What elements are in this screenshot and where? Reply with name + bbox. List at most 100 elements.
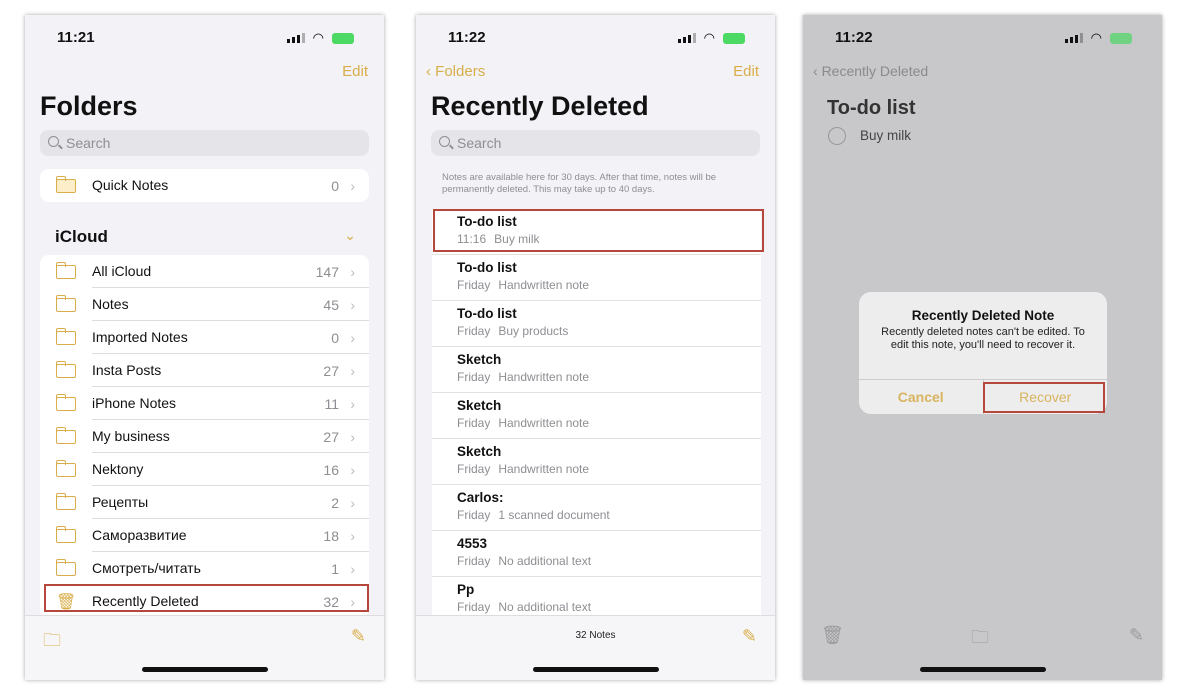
note-date: Friday [457, 324, 491, 338]
note-title: 4553 [457, 536, 488, 551]
status-time: 11:22 [448, 29, 486, 46]
folder-label: Imported Notes [92, 321, 369, 354]
folder-count: 2 [331, 494, 339, 511]
home-indicator [920, 667, 1046, 672]
compose-icon[interactable]: ✎ [1129, 625, 1144, 646]
folder-item[interactable]: Nektony 16 › [40, 453, 369, 486]
folder-count: 11 [324, 395, 339, 412]
home-indicator [142, 667, 268, 672]
note-date: Friday [457, 278, 491, 292]
note-item[interactable]: To-do list Friday Buy products [432, 301, 761, 347]
note-title: To-do list [827, 97, 916, 119]
signal-icon [677, 33, 696, 43]
note-date: Friday [457, 416, 491, 430]
folder-item[interactable]: All iCloud 147 › [40, 255, 369, 288]
note-preview: No additional text [498, 554, 592, 568]
folder-icon [55, 261, 76, 279]
back-button[interactable]: ‹ Folders [426, 63, 485, 80]
checkbox-circle[interactable] [828, 127, 846, 145]
section-icloud[interactable]: iCloud [55, 227, 108, 247]
note-item[interactable]: 4553 Friday No additional text [432, 531, 761, 577]
quick-notes-card: Quick Notes 0 › [40, 169, 369, 202]
compose-icon[interactable]: ✎ [742, 626, 757, 647]
search-icon [439, 136, 450, 147]
note-title: Sketch [457, 398, 502, 413]
chevron-right-icon: › [350, 461, 355, 478]
edit-button[interactable]: Edit [733, 63, 759, 80]
wifi-icon: ◠ [1090, 30, 1102, 45]
chevron-left-icon: ‹ [813, 63, 822, 79]
chevron-left-icon: ‹ [426, 63, 436, 80]
folder-icon [55, 294, 76, 312]
folder-count: 0 [331, 329, 339, 346]
note-item[interactable]: To-do list Friday Handwritten note [432, 255, 761, 301]
note-preview: Handwritten note [498, 416, 590, 430]
chevron-right-icon: › [350, 527, 355, 544]
chevron-right-icon: › [350, 177, 355, 194]
note-title: To-do list [457, 260, 517, 275]
folder-icon[interactable]: 🗀 [971, 625, 989, 655]
folder-count: 18 [323, 527, 339, 544]
note-title: Pp [457, 582, 475, 597]
highlight-box [44, 584, 369, 612]
folder-icon [55, 426, 76, 444]
status-time: 11:21 [57, 29, 95, 46]
folder-item[interactable]: Imported Notes 0 › [40, 321, 369, 354]
folder-item[interactable]: Рецепты 2 › [40, 486, 369, 519]
folder-icon [55, 360, 76, 378]
note-title: Sketch [457, 444, 502, 459]
note-item[interactable]: Sketch Friday Handwritten note [432, 347, 761, 393]
search-placeholder: Search [66, 135, 111, 151]
note-item[interactable]: Sketch Friday Handwritten note [432, 393, 761, 439]
page-title: Folders [40, 91, 138, 121]
search-input[interactable]: Search [431, 130, 760, 156]
note-title: Sketch [457, 352, 502, 367]
folder-item[interactable]: Саморазвитие 18 › [40, 519, 369, 552]
folder-count: 45 [323, 296, 339, 313]
folder-item[interactable]: Смотреть/читать 1 › [40, 552, 369, 585]
bottom-toolbar: 🗀 ✎ [25, 615, 384, 680]
cancel-button[interactable]: Cancel [859, 380, 984, 414]
chevron-right-icon: › [350, 329, 355, 346]
folder-icon [55, 558, 76, 576]
highlight-box [983, 382, 1105, 413]
folder-label: Смотреть/читать [92, 552, 369, 585]
search-icon [48, 136, 59, 147]
folder-icon [55, 393, 76, 411]
folder-label: Quick Notes [92, 177, 169, 193]
note-date: Friday [457, 554, 491, 568]
note-preview: Buy products [498, 324, 569, 338]
folder-count: 27 [323, 362, 339, 379]
folder-list: All iCloud 147 › Notes 45 › Imported Notes 0 › In… [40, 255, 369, 618]
back-button[interactable]: ‹ Recently Deleted [813, 63, 928, 79]
note-list: To-do list 11:16 Buy milk To-do list Friday H… [432, 209, 761, 623]
new-folder-icon[interactable]: 🗀 [43, 628, 61, 658]
note-preview: No additional text [498, 600, 592, 614]
quick-notes-icon [55, 175, 76, 193]
folder-quick-notes[interactable]: Quick Notes 0 › [40, 169, 369, 202]
folder-item[interactable]: My business 27 › [40, 420, 369, 453]
note-title: To-do list [457, 306, 517, 321]
notes-count: 32 Notes [575, 630, 616, 641]
chevron-right-icon: › [350, 560, 355, 577]
edit-button[interactable]: Edit [342, 63, 368, 80]
note-item[interactable]: Carlos: Friday 1 scanned document [432, 485, 761, 531]
folder-count: 0 [331, 177, 339, 194]
chevron-right-icon: › [350, 362, 355, 379]
status-time: 11:22 [835, 29, 873, 46]
search-input[interactable]: Search [40, 130, 369, 156]
phone-note-view: 11:22 ◠ ‹ Recently Deleted To-do list Bu… [803, 15, 1162, 680]
folder-item[interactable]: iPhone Notes 11 › [40, 387, 369, 420]
compose-icon[interactable]: ✎ [351, 626, 366, 647]
folder-count: 27 [323, 428, 339, 445]
folder-item[interactable]: Insta Posts 27 › [40, 354, 369, 387]
wifi-icon: ◠ [703, 30, 715, 45]
back-label: Folders [435, 63, 486, 80]
signal-icon [1064, 33, 1083, 43]
chevron-right-icon: › [350, 395, 355, 412]
folder-item[interactable]: Notes 45 › [40, 288, 369, 321]
note-item[interactable]: Sketch Friday Handwritten note [432, 439, 761, 485]
chevron-down-icon[interactable]: ⌄ [344, 227, 356, 244]
trash-icon[interactable]: 🗑 [821, 625, 844, 646]
folder-label: Рецепты [92, 486, 369, 519]
